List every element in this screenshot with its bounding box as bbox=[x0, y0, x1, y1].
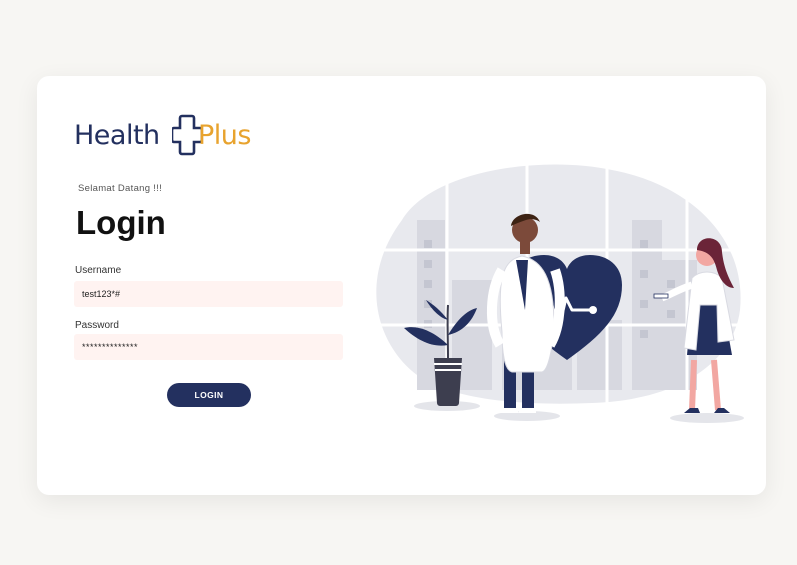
page-title: Login bbox=[76, 204, 166, 241]
logo-text-plus: Plus bbox=[198, 120, 251, 151]
login-card: Health Plus Selamat Datang !!! Login Use… bbox=[37, 76, 766, 495]
welcome-text: Selamat Datang !!! bbox=[78, 183, 163, 194]
password-label: Password bbox=[75, 320, 119, 331]
password-input[interactable] bbox=[74, 334, 343, 360]
username-input[interactable] bbox=[74, 281, 343, 307]
logo-text-health: Health bbox=[74, 120, 160, 151]
doctors-illustration bbox=[362, 160, 754, 423]
username-label: Username bbox=[75, 265, 122, 276]
login-button[interactable]: LOGIN bbox=[167, 383, 251, 407]
healthplus-logo: Health Plus bbox=[74, 112, 274, 158]
